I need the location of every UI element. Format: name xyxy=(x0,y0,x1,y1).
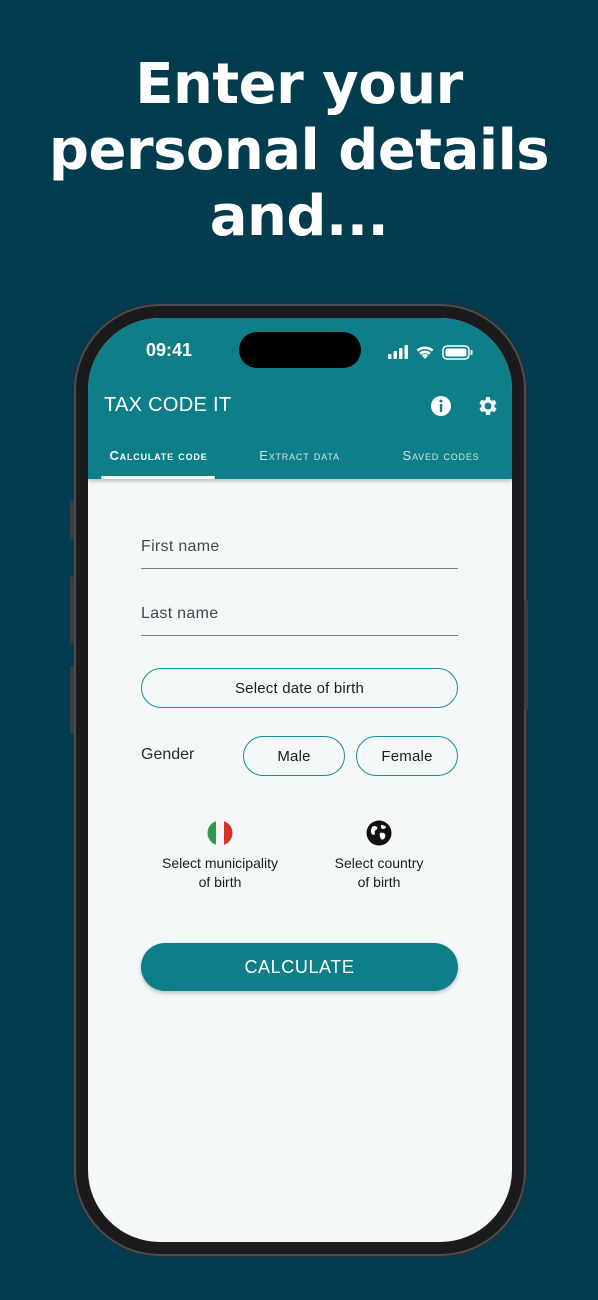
phone-power-button xyxy=(524,600,528,710)
app-title: TAX CODE IT xyxy=(104,394,232,416)
select-municipality-button[interactable]: Select municipality of birth xyxy=(145,820,295,892)
first-name-input[interactable] xyxy=(141,538,458,556)
gender-male-button[interactable]: Male xyxy=(243,736,345,776)
gender-label: Gender xyxy=(141,746,195,763)
status-time: 09:41 xyxy=(146,340,193,360)
municipality-label-line-1: Select municipality xyxy=(162,855,278,871)
gear-icon[interactable] xyxy=(475,394,499,418)
wifi-icon xyxy=(416,346,434,359)
active-tab-indicator xyxy=(101,476,215,479)
gender-female-button[interactable]: Female xyxy=(356,736,458,776)
last-name-field[interactable] xyxy=(141,595,458,636)
tab-bar: Calculate code Extract data Saved codes xyxy=(88,442,512,479)
info-icon[interactable] xyxy=(429,394,453,418)
status-icons xyxy=(388,345,473,360)
signal-icon xyxy=(388,345,408,359)
app-bar: 09:41 TAX CODE IT Calculate code Extract… xyxy=(88,318,512,479)
calculate-button[interactable]: CALCULATE xyxy=(141,943,458,991)
italy-flag-icon xyxy=(207,820,233,846)
country-label-line-2: of birth xyxy=(357,874,401,890)
dynamic-island xyxy=(239,332,361,368)
first-name-field[interactable] xyxy=(141,528,458,569)
phone-screen: 09:41 TAX CODE IT Calculate code Extract… xyxy=(88,318,512,1242)
battery-icon xyxy=(442,345,473,360)
municipality-label-line-2: of birth xyxy=(198,874,242,890)
select-country-button[interactable]: Select country of birth xyxy=(304,820,454,892)
globe-icon xyxy=(366,820,392,846)
country-label-line-1: Select country xyxy=(334,855,424,871)
headline-line-1: Enter your xyxy=(135,52,463,117)
headline-line-3: and... xyxy=(209,184,389,249)
promo-headline: Enter your personal details and... xyxy=(0,52,598,250)
phone-side-button xyxy=(70,500,74,540)
headline-line-2: personal details xyxy=(48,118,550,183)
date-of-birth-button[interactable]: Select date of birth xyxy=(141,668,458,708)
tab-extract-data[interactable]: Extract data xyxy=(229,448,370,463)
phone-volume-down xyxy=(70,666,74,734)
tab-calculate-code[interactable]: Calculate code xyxy=(88,448,229,463)
last-name-input[interactable] xyxy=(141,605,458,623)
tab-saved-codes[interactable]: Saved codes xyxy=(370,448,512,463)
phone-volume-up xyxy=(70,576,74,644)
